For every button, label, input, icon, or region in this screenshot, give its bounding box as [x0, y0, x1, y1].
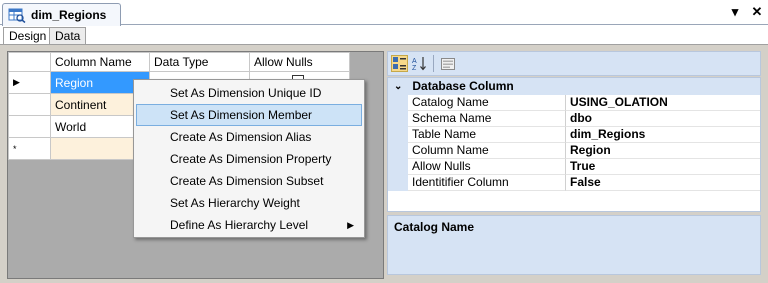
property-row[interactable]: Column Name Region [388, 143, 760, 159]
property-value[interactable]: False [566, 175, 760, 191]
property-value[interactable]: dim_Regions [566, 127, 760, 143]
property-gutter [388, 95, 408, 111]
grid-header-row: Column Name Data Type Allow Nulls [8, 52, 350, 72]
property-row[interactable]: Schema Name dbo [388, 111, 760, 127]
property-name[interactable]: Table Name [408, 127, 566, 143]
property-value[interactable]: USING_OLATION [566, 95, 760, 111]
column-name-header[interactable]: Column Name [50, 52, 150, 72]
row-selector[interactable] [8, 115, 51, 138]
svg-text:Z: Z [412, 65, 417, 71]
menu-item-set-dimension-member[interactable]: Set As Dimension Member [136, 104, 362, 126]
data-type-header[interactable]: Data Type [149, 52, 250, 72]
close-icon[interactable]: ✕ [750, 4, 764, 19]
property-name[interactable]: Catalog Name [408, 95, 566, 111]
property-value[interactable]: True [566, 159, 760, 175]
view-tabs: Design Data [0, 26, 768, 45]
property-grid: ⌄ Database Column Catalog Name USING_OLA… [387, 77, 761, 212]
row-selector[interactable] [8, 93, 51, 116]
categorized-icon[interactable] [391, 55, 408, 72]
document-tab[interactable]: dim_Regions [2, 3, 121, 26]
property-name[interactable]: Allow Nulls [408, 159, 566, 175]
svg-text:A: A [412, 58, 417, 65]
property-category[interactable]: ⌄ Database Column [388, 78, 760, 95]
property-value[interactable]: dbo [566, 111, 760, 127]
property-gutter [388, 111, 408, 127]
property-category-title: Database Column [412, 79, 514, 93]
property-value[interactable]: Region [566, 143, 760, 159]
menu-item-set-unique-id[interactable]: Set As Dimension Unique ID [136, 82, 362, 104]
sort-az-icon[interactable]: AZ [411, 55, 428, 72]
property-row[interactable]: Allow Nulls True [388, 159, 760, 175]
property-row[interactable]: Catalog Name USING_OLATION [388, 95, 760, 111]
menu-item-define-hierarchy-level[interactable]: Define As Hierarchy Level ▶ [136, 214, 362, 236]
context-menu: Set As Dimension Unique ID Set As Dimens… [133, 79, 365, 238]
row-header-corner [8, 52, 51, 72]
collapse-caret-icon[interactable]: ⌄ [394, 78, 402, 95]
tab-design[interactable]: Design [3, 27, 53, 45]
document-tab-strip: dim_Regions ▾ ✕ [0, 0, 768, 26]
menu-item-label: Define As Hierarchy Level [170, 218, 309, 232]
menu-item-set-hierarchy-weight[interactable]: Set As Hierarchy Weight [136, 192, 362, 214]
property-gutter [388, 175, 408, 191]
new-row-icon[interactable]: * [8, 137, 51, 160]
property-row[interactable]: Identitifier Column False [388, 175, 760, 191]
menu-item-create-alias[interactable]: Create As Dimension Alias [136, 126, 362, 148]
property-name[interactable]: Schema Name [408, 111, 566, 127]
property-gutter [388, 159, 408, 175]
menu-item-create-subset[interactable]: Create As Dimension Subset [136, 170, 362, 192]
document-tab-title: dim_Regions [31, 8, 107, 22]
property-pages-icon[interactable] [439, 55, 456, 72]
property-gutter [388, 143, 408, 159]
property-description-pane: Catalog Name [387, 215, 761, 275]
property-name[interactable]: Column Name [408, 143, 566, 159]
tab-dropdown-icon[interactable]: ▾ [728, 4, 742, 19]
property-gutter [388, 127, 408, 143]
menu-item-create-property[interactable]: Create As Dimension Property [136, 148, 362, 170]
submenu-arrow-icon: ▶ [347, 220, 354, 230]
toolbar-separator [433, 55, 434, 72]
allow-nulls-header[interactable]: Allow Nulls [249, 52, 350, 72]
tab-data[interactable]: Data [49, 27, 87, 45]
property-name[interactable]: Identitifier Column [408, 175, 566, 191]
property-row[interactable]: Table Name dim_Regions [388, 127, 760, 143]
property-description-title: Catalog Name [394, 220, 475, 234]
table-design-icon [8, 8, 26, 23]
row-selector-icon[interactable]: ▶ [8, 71, 51, 94]
properties-toolbar: AZ [387, 51, 761, 76]
